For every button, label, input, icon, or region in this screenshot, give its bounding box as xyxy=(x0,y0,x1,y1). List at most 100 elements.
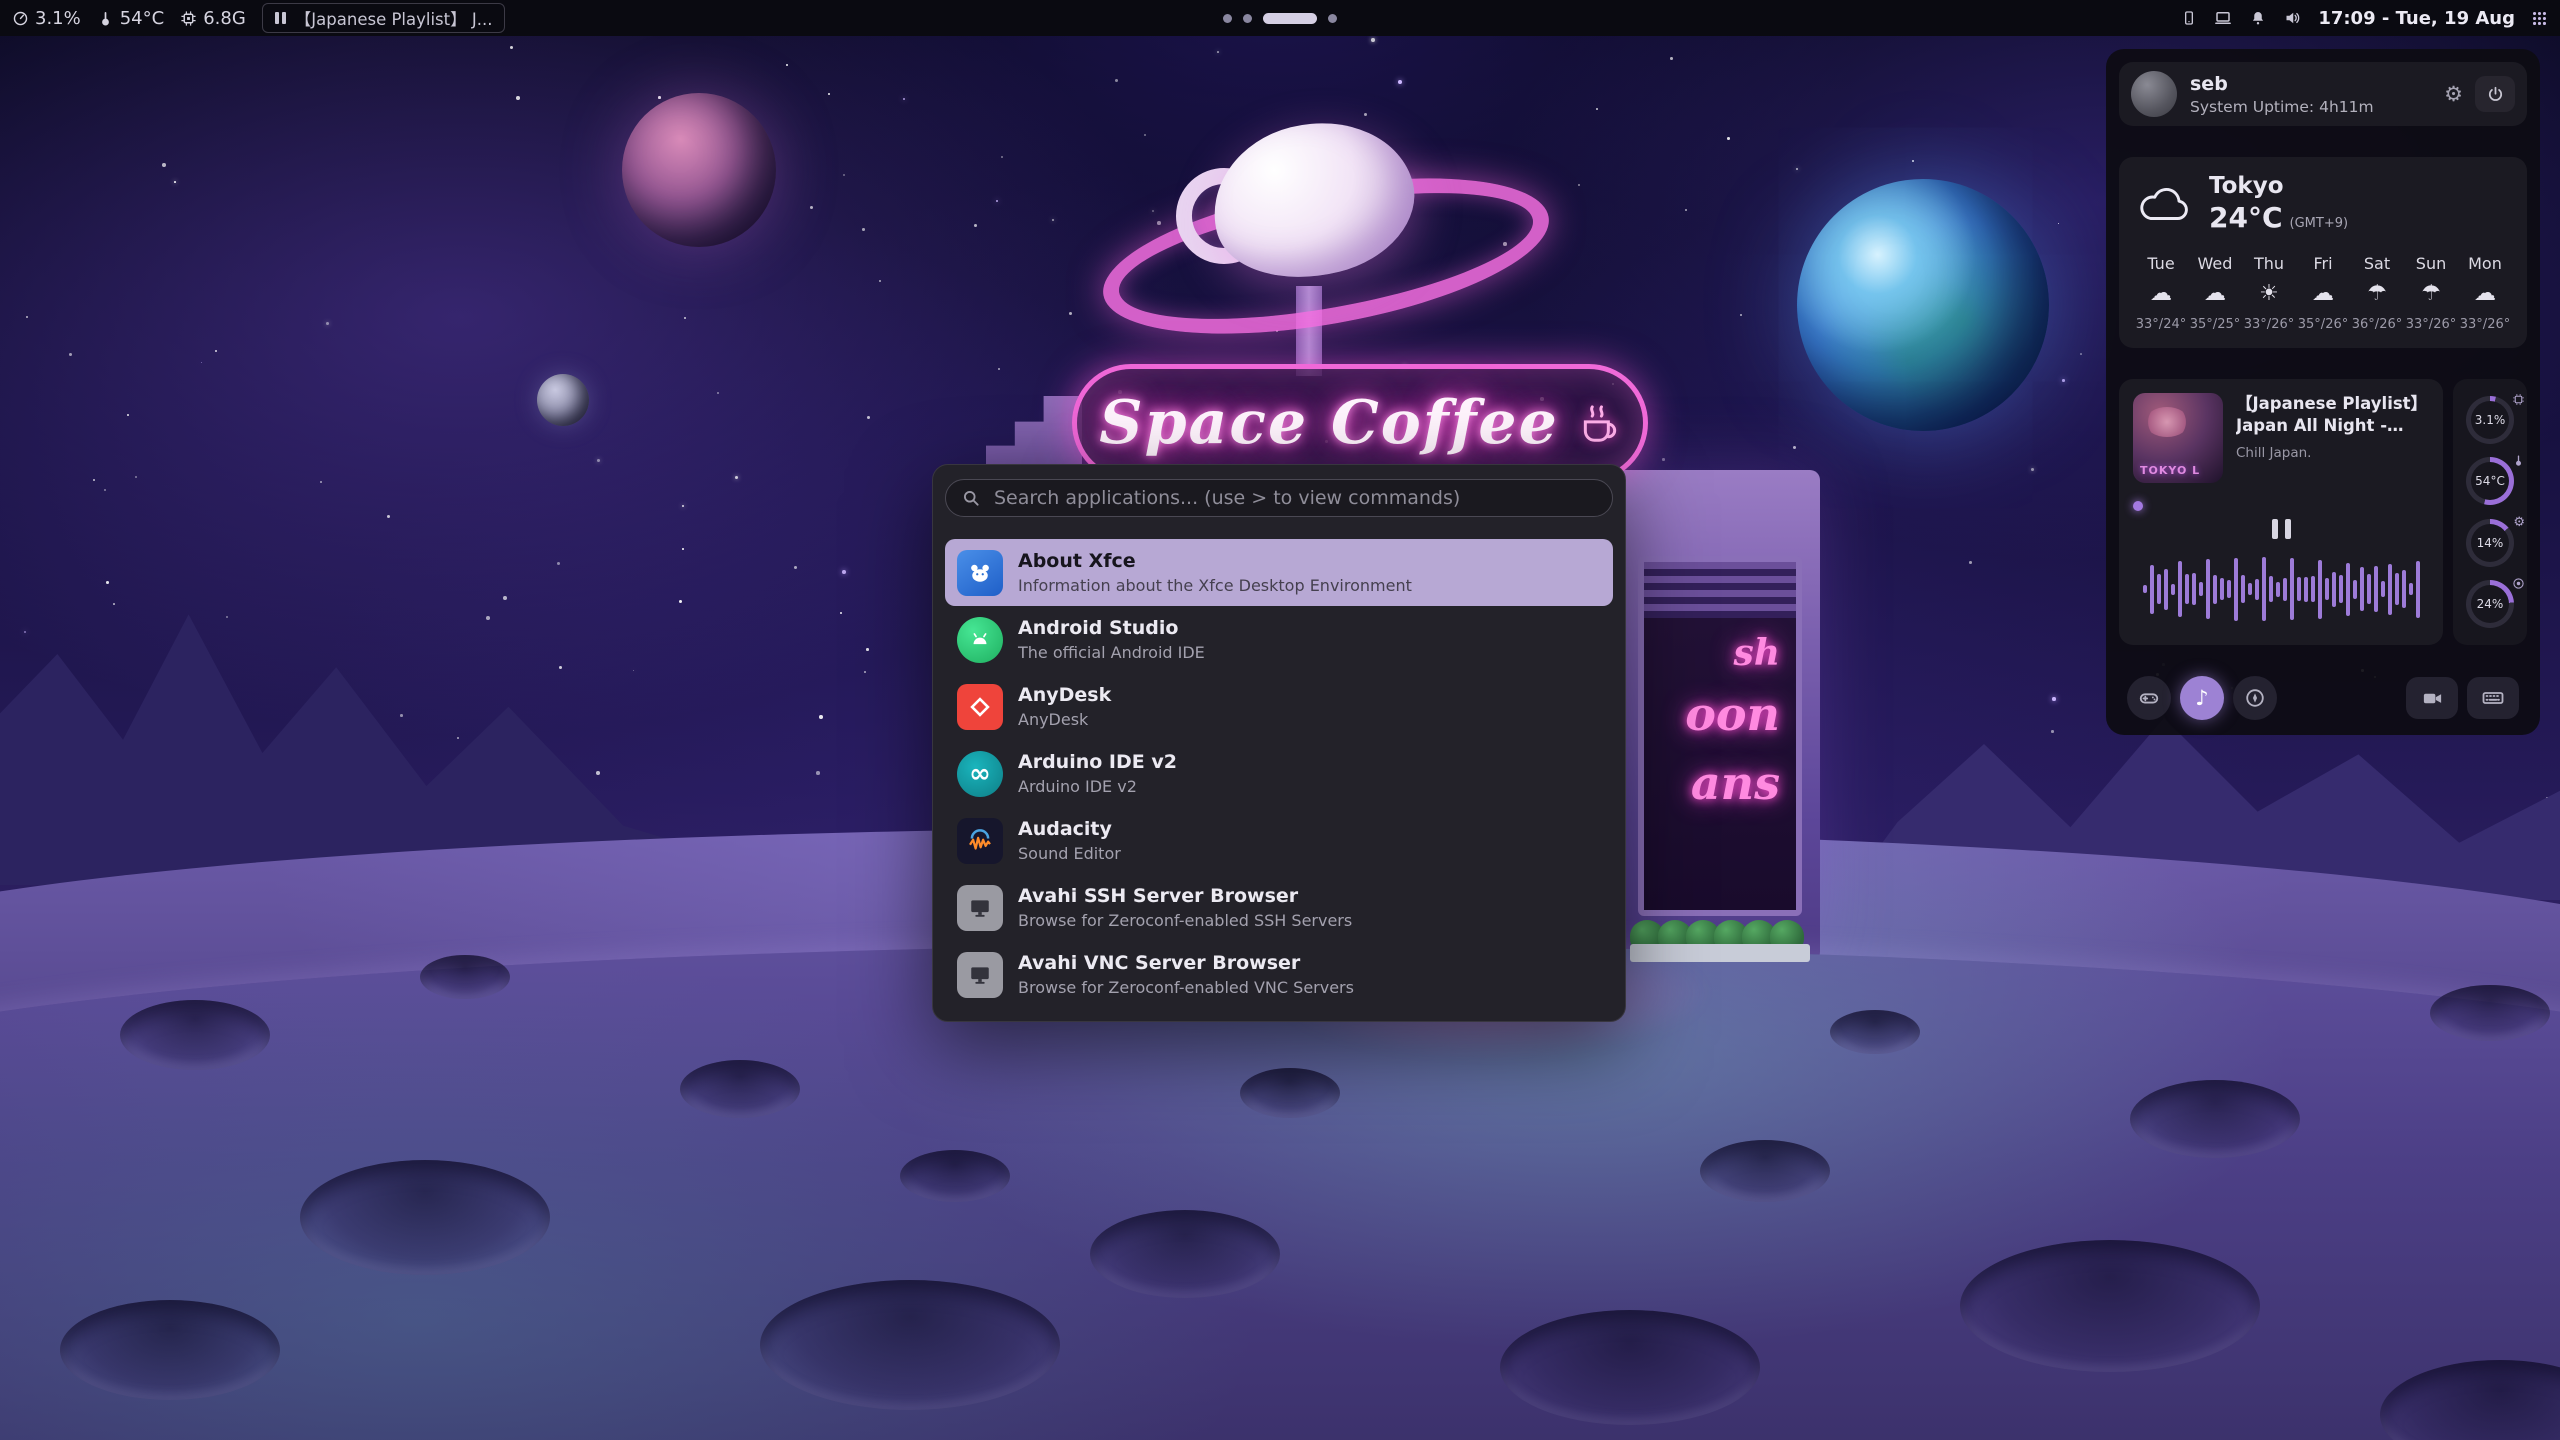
cpu-temp-gauge: 54°C xyxy=(2466,457,2514,505)
screen-record-button[interactable] xyxy=(2406,677,2458,719)
app-launcher: About Xfce Information about the Xfce De… xyxy=(932,464,1626,1022)
launcher-result-avahi-vnc[interactable]: Avahi VNC Server Browser Browse for Zero… xyxy=(945,941,1613,1008)
shop-window: sh oon ans xyxy=(1638,556,1802,916)
thermometer-icon xyxy=(2512,454,2525,467)
sun-icon: ☀ xyxy=(2243,281,2295,306)
gear-icon: ⚙ xyxy=(2513,516,2525,529)
phone-sync-icon[interactable] xyxy=(2181,9,2197,27)
result-description: AnyDesk xyxy=(1018,710,1111,729)
album-art: TOKYO L xyxy=(2133,393,2223,483)
xfce-app-icon xyxy=(957,550,1003,596)
widget-panel: seb System Uptime: 4h11m ⚙ Tokyo 24°C (G… xyxy=(2106,49,2540,735)
notification-bell-icon[interactable] xyxy=(2249,9,2267,27)
power-button[interactable] xyxy=(2475,76,2515,112)
server-browser-icon xyxy=(957,952,1003,998)
result-name: Audacity xyxy=(1018,818,1121,841)
result-name: AnyDesk xyxy=(1018,684,1111,707)
result-description: Browse for Zeroconf-enabled SSH Servers xyxy=(1018,911,1352,930)
now-playing-chip[interactable]: 【Japanese Playlist】 J... xyxy=(262,3,506,33)
user-card: seb System Uptime: 4h11m ⚙ xyxy=(2119,62,2527,126)
launcher-result-anydesk[interactable]: AnyDesk AnyDesk xyxy=(945,673,1613,740)
clock[interactable]: 17:09 - Tue, 19 Aug xyxy=(2318,8,2515,29)
android-studio-icon xyxy=(957,617,1003,663)
disk-icon xyxy=(2512,577,2525,590)
desktop-screen: Space Coffee sh oon ans 3.1% xyxy=(0,0,2560,1440)
user-avatar xyxy=(2131,71,2177,117)
launcher-results: About Xfce Information about the Xfce De… xyxy=(945,539,1613,1008)
forecast-day: Thu ☀ 33°/26° xyxy=(2243,254,2295,332)
launcher-result-android-studio[interactable]: Android Studio The official Android IDE xyxy=(945,606,1613,673)
cpu-usage-value: 3.1% xyxy=(35,8,81,29)
app-grid-icon[interactable] xyxy=(2531,10,2548,27)
compass-icon xyxy=(2244,687,2266,709)
result-description: Information about the Xfce Desktop Envir… xyxy=(1018,576,1412,595)
keyboard-icon xyxy=(2481,686,2505,710)
weather-temperature: 24°C xyxy=(2209,201,2283,234)
purple-planet xyxy=(622,93,776,247)
cpu-temp-stat[interactable]: 54°C xyxy=(97,8,164,29)
result-name: Avahi SSH Server Browser xyxy=(1018,885,1352,908)
system-gauges-rail: 3.1% 54°C ⚙ 14% 24% xyxy=(2453,379,2527,645)
forecast-day: Tue ☁ 33°/24° xyxy=(2135,254,2187,332)
music-note-icon: ♪ xyxy=(2195,688,2208,709)
neon-sign-text: Space Coffee xyxy=(1099,388,1559,458)
disk-gauge: 24% xyxy=(2466,580,2514,628)
result-name: About Xfce xyxy=(1018,550,1412,573)
power-icon xyxy=(2486,85,2505,104)
weather-city: Tokyo xyxy=(2209,173,2348,199)
workspace-2[interactable] xyxy=(1243,14,1252,23)
small-moon xyxy=(537,374,589,426)
launcher-result-audacity[interactable]: Audacity Sound Editor xyxy=(945,807,1613,874)
cpu-icon xyxy=(2512,393,2525,406)
launcher-result-arduino-ide[interactable]: ∞ Arduino IDE v2 Arduino IDE v2 xyxy=(945,740,1613,807)
music-player-card: TOKYO L 【Japanese Playlist】 Japan All Ni… xyxy=(2119,379,2443,645)
weather-card: Tokyo 24°C (GMT+9) Tue ☁ 33°/24° Wed ☁ 3… xyxy=(2119,157,2527,348)
workspace-3-active[interactable] xyxy=(1263,13,1317,24)
launcher-result-about-xfce[interactable]: About Xfce Information about the Xfce De… xyxy=(945,539,1613,606)
workspace-1[interactable] xyxy=(1223,14,1232,23)
umbrella-icon: ☂ xyxy=(2405,281,2457,306)
anydesk-icon xyxy=(957,684,1003,730)
games-button[interactable] xyxy=(2127,676,2171,720)
keyboard-button[interactable] xyxy=(2467,677,2519,719)
workspace-indicators xyxy=(1223,0,1337,36)
cloud-icon: ☁ xyxy=(2459,281,2511,306)
quick-actions-row: ♪ xyxy=(2119,676,2527,722)
video-camera-icon xyxy=(2421,687,2444,710)
temperature-icon xyxy=(97,10,114,27)
cpu-usage-stat[interactable]: 3.1% xyxy=(12,8,81,29)
forecast-day: Sun ☂ 33°/26° xyxy=(2405,254,2457,332)
neon-cup-icon xyxy=(1575,400,1621,446)
memory-value: 6.8G xyxy=(203,8,246,29)
arduino-icon: ∞ xyxy=(957,751,1003,797)
music-mode-button[interactable]: ♪ xyxy=(2180,676,2224,720)
browser-button[interactable] xyxy=(2233,676,2277,720)
settings-gear-icon[interactable]: ⚙ xyxy=(2444,84,2463,105)
forecast-day: Sat ☂ 36°/26° xyxy=(2351,254,2403,332)
track-title: 【Japanese Playlist】 Japan All Night - To… xyxy=(2236,393,2429,438)
launcher-search-input[interactable] xyxy=(992,486,1597,510)
display-icon[interactable] xyxy=(2213,9,2233,27)
memory-stat[interactable]: 6.8G xyxy=(180,8,246,29)
result-description: Browse for Zeroconf-enabled VNC Servers xyxy=(1018,978,1354,997)
window-neon-line: oon xyxy=(1644,680,1796,749)
launcher-search-box[interactable] xyxy=(945,479,1613,517)
track-progress-dot[interactable] xyxy=(2133,501,2143,511)
result-name: Arduino IDE v2 xyxy=(1018,751,1177,774)
umbrella-icon: ☂ xyxy=(2351,281,2403,306)
result-name: Avahi VNC Server Browser xyxy=(1018,952,1354,975)
forecast-day: Fri ☁ 35°/26° xyxy=(2297,254,2349,332)
weather-timezone: (GMT+9) xyxy=(2290,216,2349,231)
workspace-4[interactable] xyxy=(1328,14,1337,23)
track-subtitle: Chill Japan. xyxy=(2236,445,2429,461)
volume-icon[interactable] xyxy=(2283,9,2302,27)
earth-planet xyxy=(1797,179,2049,431)
pause-button[interactable] xyxy=(2133,519,2429,539)
cpu-usage-gauge: 3.1% xyxy=(2466,396,2514,444)
memory-gauge: ⚙ 14% xyxy=(2466,519,2514,567)
cloud-weather-icon xyxy=(2135,183,2193,225)
cpu-temp-value: 54°C xyxy=(120,8,164,29)
system-uptime: System Uptime: 4h11m xyxy=(2190,98,2374,116)
cloud-icon: ☁ xyxy=(2189,281,2241,306)
launcher-result-avahi-ssh[interactable]: Avahi SSH Server Browser Browse for Zero… xyxy=(945,874,1613,941)
